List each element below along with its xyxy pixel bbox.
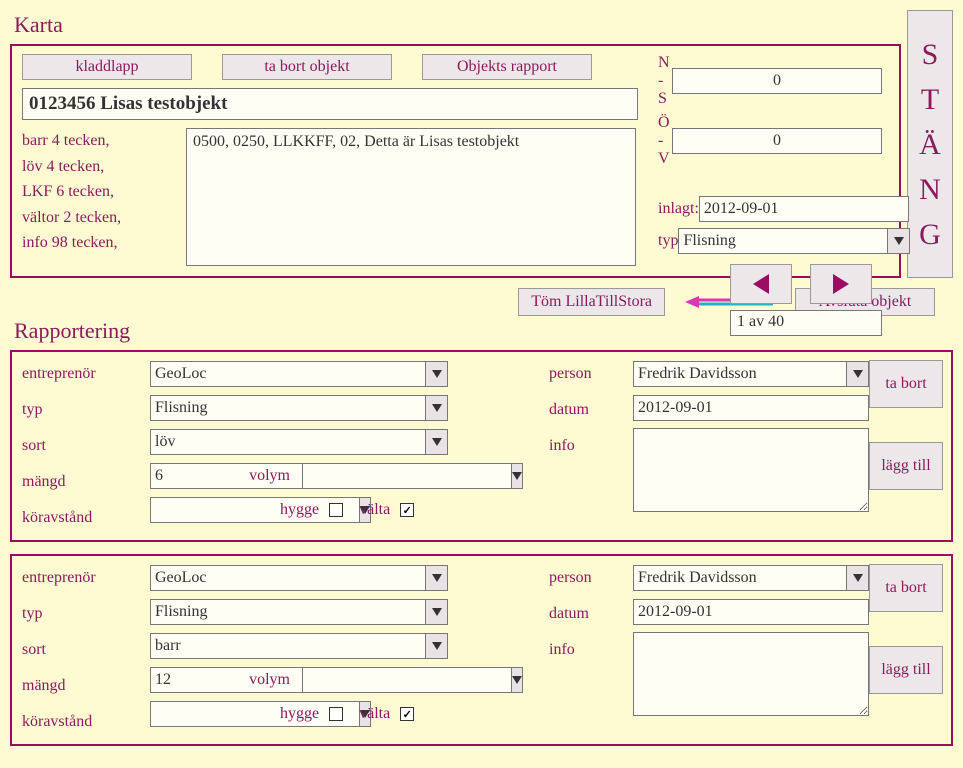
entreprenor-select[interactable] <box>150 361 426 387</box>
datum-label: datum <box>549 600 619 628</box>
hint-line: info 98 tecken, <box>22 230 172 256</box>
mangd-label: mängd <box>22 672 136 700</box>
person-select[interactable] <box>633 361 847 387</box>
typ-label: typ <box>658 232 678 250</box>
datum-input[interactable] <box>633 599 869 625</box>
tabort-objekt-button[interactable]: ta bort objekt <box>222 54 392 80</box>
triangle-right-icon <box>831 273 851 295</box>
info-textarea[interactable] <box>633 428 869 512</box>
person-select[interactable] <box>633 565 847 591</box>
report-row: entreprenör typ sort mängd köravstånd volym hy… <box>10 554 953 746</box>
karta-panel: kladdlapp ta bort objekt Objekts rapport… <box>10 44 901 278</box>
info-label: info <box>549 432 619 460</box>
pager: 1 av 40 <box>730 310 882 336</box>
prev-button[interactable] <box>730 264 792 304</box>
laggtill-button[interactable]: lägg till <box>869 646 943 694</box>
checkbox[interactable]: ✓ <box>400 707 414 721</box>
ns-input[interactable] <box>672 68 882 94</box>
hint-line: vältor 2 tecken, <box>22 205 172 231</box>
chevron-down-icon[interactable] <box>847 565 869 591</box>
typ-select[interactable] <box>150 395 426 421</box>
chevron-down-icon[interactable] <box>426 361 448 387</box>
chevron-down-icon[interactable] <box>426 395 448 421</box>
valta-label: välta <box>349 501 394 519</box>
volym-label: volym <box>236 467 296 485</box>
kladdlapp-button[interactable]: kladdlapp <box>22 54 192 80</box>
person-label: person <box>549 564 619 592</box>
checkbox[interactable] <box>329 503 343 517</box>
typ-select[interactable] <box>678 228 888 254</box>
checkbox[interactable]: ✓ <box>400 503 414 517</box>
hygge-label: hygge <box>276 501 323 519</box>
stang-button[interactable]: S T Ä N G <box>907 10 953 278</box>
datum-label: datum <box>549 396 619 424</box>
report-row: entreprenör typ sort mängd köravstånd volym hy… <box>10 350 953 542</box>
koravstand-label: köravstånd <box>22 708 136 736</box>
tom-lilla-button[interactable]: Töm LillaTillStora <box>518 288 665 316</box>
info-textarea[interactable] <box>633 632 869 716</box>
hygge-label: hygge <box>276 705 323 723</box>
next-button[interactable] <box>810 264 872 304</box>
tabort-button[interactable]: ta bort <box>869 360 943 408</box>
hints: barr 4 tecken, löv 4 tecken, LKF 6 tecke… <box>22 128 172 266</box>
chevron-down-icon[interactable] <box>888 228 910 254</box>
inlagt-label: inlagt: <box>658 200 699 218</box>
volym-select[interactable] <box>302 463 512 489</box>
entreprenor-label: entreprenör <box>22 360 136 388</box>
chevron-down-icon[interactable] <box>512 667 523 693</box>
sort-label: sort <box>22 432 136 460</box>
chevron-down-icon[interactable] <box>426 633 448 659</box>
hint-line: barr 4 tecken, <box>22 128 172 154</box>
chevron-down-icon[interactable] <box>426 429 448 455</box>
chevron-down-icon[interactable] <box>426 565 448 591</box>
objekts-rapport-button[interactable]: Objekts rapport <box>422 54 592 80</box>
mangd-label: mängd <box>22 468 136 496</box>
object-title: 0123456 Lisas testobjekt <box>22 88 638 120</box>
person-label: person <box>549 360 619 388</box>
volym-label: volym <box>236 671 296 689</box>
chevron-down-icon[interactable] <box>426 599 448 625</box>
entreprenor-select[interactable] <box>150 565 426 591</box>
info-label: info <box>549 636 619 664</box>
inlagt-input[interactable] <box>699 196 909 222</box>
typ-select[interactable] <box>150 599 426 625</box>
hint-line: LKF 6 tecken, <box>22 179 172 205</box>
sort-select[interactable] <box>150 429 426 455</box>
volym-select[interactable] <box>302 667 512 693</box>
typ-label: typ <box>22 396 136 424</box>
hint-line: löv 4 tecken, <box>22 154 172 180</box>
sort-select[interactable] <box>150 633 426 659</box>
triangle-left-icon <box>751 273 771 295</box>
chevron-down-icon[interactable] <box>847 361 869 387</box>
koravstand-label: köravstånd <box>22 504 136 532</box>
laggtill-button[interactable]: lägg till <box>869 442 943 490</box>
object-details[interactable]: 0500, 0250, LLKKFF, 02, Detta är Lisas t… <box>186 128 636 266</box>
datum-input[interactable] <box>633 395 869 421</box>
entreprenor-label: entreprenör <box>22 564 136 592</box>
ov-input[interactable] <box>672 128 882 154</box>
sort-label: sort <box>22 636 136 664</box>
valta-label: välta <box>349 705 394 723</box>
typ-label: typ <box>22 600 136 628</box>
chevron-down-icon[interactable] <box>512 463 523 489</box>
tabort-button[interactable]: ta bort <box>869 564 943 612</box>
ov-label: Ö - V <box>658 114 672 168</box>
checkbox[interactable] <box>329 707 343 721</box>
ns-label: N - S <box>658 54 672 108</box>
karta-title: Karta <box>14 12 901 38</box>
